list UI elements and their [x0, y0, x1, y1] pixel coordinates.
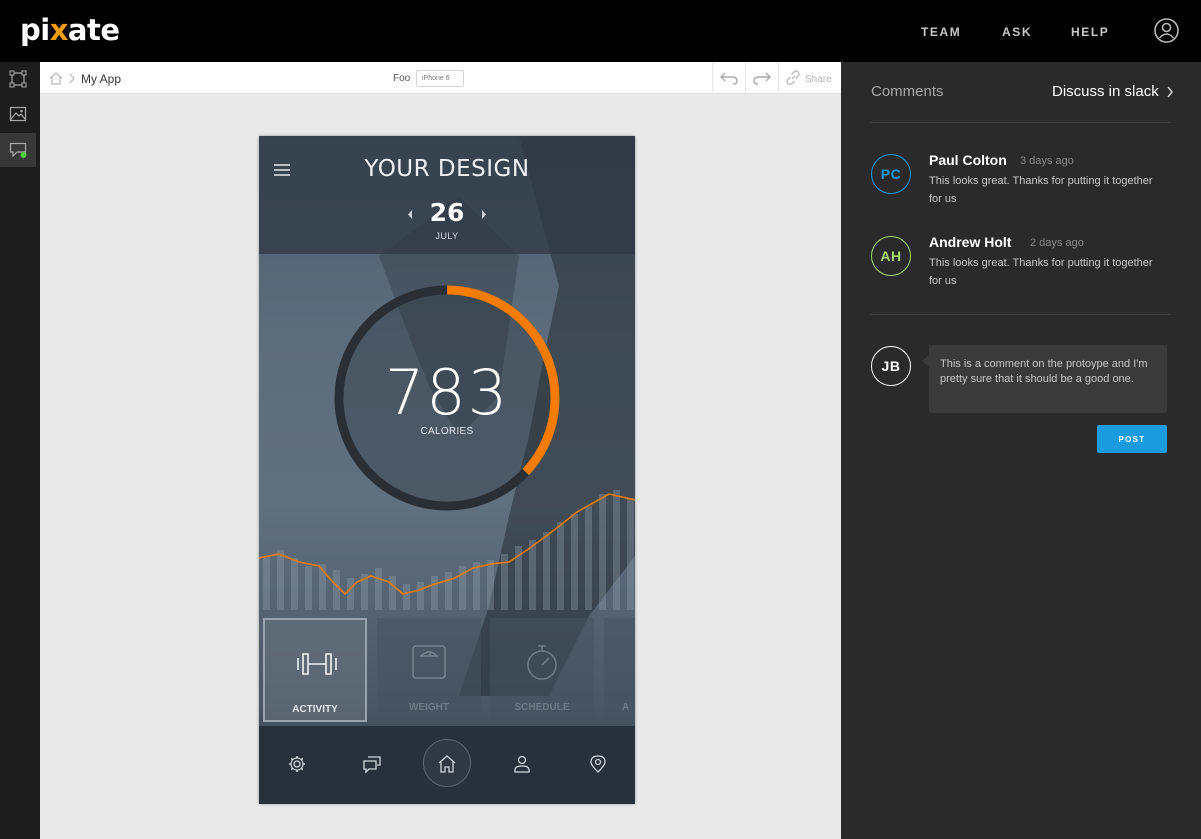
- divider: [870, 314, 1171, 315]
- artboard-icon: [9, 70, 27, 88]
- category-tiles: ACTIVITY WEIGHT SCHEDULE A: [259, 616, 635, 724]
- next-date-icon[interactable]: [480, 209, 488, 220]
- location-icon[interactable]: [588, 754, 608, 774]
- calories-value: 783: [384, 356, 510, 429]
- avatar: PC: [871, 154, 911, 194]
- avatar: JB: [871, 346, 911, 386]
- date-month: JULY: [435, 231, 459, 241]
- comment-input[interactable]: This is a comment on the protoype and I'…: [922, 345, 1167, 413]
- stopwatch-icon: [527, 645, 557, 680]
- nav-help[interactable]: HELP: [1071, 25, 1109, 39]
- dumbbell-icon: [297, 653, 337, 675]
- comment-text: This looks great. Thanks for putting it …: [929, 175, 1153, 205]
- share-label: Share: [805, 74, 832, 85]
- undo-icon: [719, 72, 738, 85]
- comment-author: Paul Colton: [929, 152, 1007, 168]
- undo-button[interactable]: [712, 62, 744, 94]
- panel-title: Comments: [871, 83, 944, 100]
- link-icon: [786, 70, 800, 86]
- redo-icon: [752, 72, 771, 85]
- image-icon: [9, 106, 27, 122]
- profile-icon[interactable]: [512, 754, 532, 774]
- device-select[interactable]: iPhone 6: [416, 70, 464, 87]
- pixate-logo[interactable]: pixate: [20, 13, 120, 47]
- breadcrumb-app[interactable]: My App: [81, 72, 121, 86]
- home-icon: [438, 755, 456, 773]
- comments-panel: Comments Discuss in slack PC Paul Colton…: [841, 62, 1201, 839]
- home-icon[interactable]: [49, 72, 63, 85]
- tile-activity[interactable]: ACTIVITY: [263, 618, 367, 722]
- tile-label: WEIGHT: [409, 702, 449, 713]
- tile-weight[interactable]: WEIGHT: [377, 618, 481, 722]
- date-day: 26: [429, 198, 465, 227]
- assets-tool[interactable]: [0, 97, 36, 131]
- comment-icon: [9, 142, 27, 158]
- post-button[interactable]: POST: [1097, 425, 1167, 453]
- tile-partial[interactable]: A: [604, 618, 635, 722]
- user-account-icon[interactable]: [1154, 18, 1179, 43]
- chevron-right-icon[interactable]: [1166, 86, 1174, 98]
- canvas-header: My App Foo iPhone 6 Share: [40, 62, 841, 94]
- nav-ask[interactable]: ASK: [1002, 25, 1032, 39]
- settings-icon[interactable]: [287, 754, 307, 774]
- tile-label: SCHEDULE: [514, 702, 570, 713]
- divider: [870, 122, 1171, 123]
- comments-tool[interactable]: [0, 133, 36, 167]
- share-button[interactable]: Share: [778, 62, 841, 94]
- phone-bottom-nav: [259, 726, 635, 804]
- left-toolbar: [0, 62, 40, 839]
- nav-team[interactable]: TEAM: [921, 25, 961, 39]
- chevron-right-icon: [69, 73, 75, 84]
- comment-text: This looks great. Thanks for putting it …: [929, 257, 1153, 287]
- phone-preview[interactable]: YOUR DESIGN 26 JULY 783 CALORIES ACTIVIT…: [259, 136, 635, 804]
- tile-label: ACTIVITY: [292, 704, 338, 715]
- top-bar: pixate TEAM ASK HELP: [0, 0, 1201, 62]
- phone-title: YOUR DESIGN: [364, 156, 530, 182]
- comment-time: 2 days ago: [1030, 237, 1084, 249]
- comment-time: 3 days ago: [1020, 155, 1074, 167]
- project-label: Foo: [393, 73, 411, 84]
- tile-label: A: [622, 702, 630, 713]
- calories-label: CALORIES: [420, 426, 474, 437]
- discuss-in-slack-link[interactable]: Discuss in slack: [1052, 83, 1159, 100]
- redo-button[interactable]: [745, 62, 777, 94]
- artboard-tool[interactable]: [0, 62, 36, 96]
- activity-chart: [259, 490, 635, 610]
- avatar: AH: [871, 236, 911, 276]
- comment-author: Andrew Holt: [929, 234, 1012, 250]
- scale-icon: [412, 645, 446, 679]
- chat-icon[interactable]: [362, 754, 382, 774]
- tile-schedule[interactable]: SCHEDULE: [490, 618, 594, 722]
